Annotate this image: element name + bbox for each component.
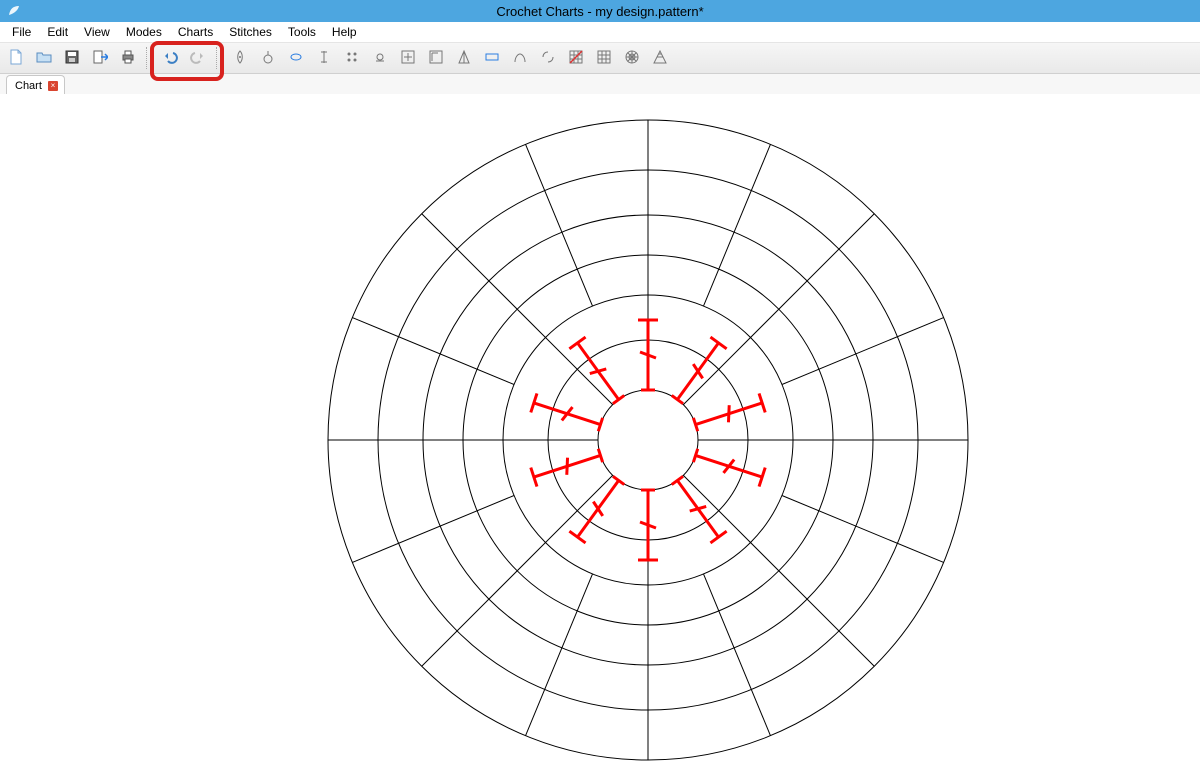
grid-off-button[interactable]	[564, 46, 588, 70]
stitch-symbol[interactable]	[693, 449, 765, 487]
triangle-button[interactable]	[648, 46, 672, 70]
grid-on-button[interactable]	[592, 46, 616, 70]
stitch-h-icon	[484, 49, 500, 68]
stitch-a-button[interactable]	[256, 46, 280, 70]
floppy-icon	[64, 49, 80, 68]
menu-help[interactable]: Help	[324, 23, 365, 41]
stitch-a-icon	[260, 49, 276, 68]
grid-ring	[598, 390, 698, 490]
stitch-f-icon	[428, 49, 444, 68]
stitch-b-button[interactable]	[284, 46, 308, 70]
stitch-j-icon	[540, 49, 556, 68]
redo-button[interactable]	[186, 46, 210, 70]
stitch-symbol[interactable]	[531, 393, 603, 431]
menu-stitches[interactable]: Stitches	[221, 23, 280, 41]
save-button[interactable]	[60, 46, 84, 70]
menu-view[interactable]: View	[76, 23, 118, 41]
stitch-plus-button[interactable]	[396, 46, 420, 70]
stitch-i-button[interactable]	[508, 46, 532, 70]
grid-off-icon	[568, 49, 584, 68]
stitch-c-icon	[316, 49, 332, 68]
toolbar	[0, 43, 1200, 74]
stitch-d-icon	[344, 49, 360, 68]
grid-spoke	[422, 214, 613, 405]
stitch-e-button[interactable]	[368, 46, 392, 70]
menu-file[interactable]: File	[4, 23, 39, 41]
menu-tools[interactable]: Tools	[280, 23, 324, 41]
magic-icon	[232, 49, 248, 68]
radial-button[interactable]	[620, 46, 644, 70]
file-icon	[8, 49, 24, 68]
toolbar-separator	[146, 47, 152, 69]
undo-button[interactable]	[158, 46, 182, 70]
grid-on-icon	[596, 49, 612, 68]
stitch-symbol[interactable]	[531, 449, 603, 487]
stitch-g-button[interactable]	[452, 46, 476, 70]
printer-icon	[120, 49, 136, 68]
triangle-icon	[652, 49, 668, 68]
grid-spoke	[683, 475, 874, 666]
new-file-button[interactable]	[4, 46, 28, 70]
grid-spoke	[422, 475, 613, 666]
stitch-symbol[interactable]	[638, 320, 658, 390]
title-bar: Crochet Charts - my design.pattern*	[0, 0, 1200, 22]
stitch-h-button[interactable]	[480, 46, 504, 70]
tab-label: Chart	[15, 80, 42, 92]
redo-icon	[190, 49, 206, 68]
stitch-e-icon	[372, 49, 388, 68]
stitch-b-icon	[288, 49, 304, 68]
stitch-plus-icon	[400, 49, 416, 68]
radial-icon	[624, 49, 640, 68]
export-icon	[92, 49, 108, 68]
stitch-symbol[interactable]	[569, 476, 624, 543]
stitch-c-button[interactable]	[312, 46, 336, 70]
window-title: Crochet Charts - my design.pattern*	[496, 4, 703, 19]
stitch-i-icon	[512, 49, 528, 68]
stitch-symbol[interactable]	[638, 490, 658, 560]
stitch-symbol[interactable]	[672, 476, 727, 543]
stitch-symbol[interactable]	[569, 337, 624, 404]
grid-spoke	[683, 214, 874, 405]
toolbar-separator	[216, 47, 222, 69]
print-button[interactable]	[116, 46, 140, 70]
open-file-button[interactable]	[32, 46, 56, 70]
stitch-j-button[interactable]	[536, 46, 560, 70]
folder-icon	[36, 49, 52, 68]
stitch-symbol[interactable]	[672, 337, 727, 404]
menu-edit[interactable]: Edit	[39, 23, 76, 41]
stitch-f-button[interactable]	[424, 46, 448, 70]
export-button[interactable]	[88, 46, 112, 70]
menu-charts[interactable]: Charts	[170, 23, 221, 41]
menu-bar: File Edit View Modes Charts Stitches Too…	[0, 22, 1200, 43]
canvas[interactable]	[0, 94, 1200, 767]
app-icon	[6, 3, 22, 19]
undo-icon	[162, 49, 178, 68]
stitch-symbol[interactable]	[693, 393, 765, 431]
stitch-g-icon	[456, 49, 472, 68]
magic-button[interactable]	[228, 46, 252, 70]
menu-modes[interactable]: Modes	[118, 23, 170, 41]
close-icon[interactable]: ×	[48, 81, 58, 91]
stitch-d-button[interactable]	[340, 46, 364, 70]
